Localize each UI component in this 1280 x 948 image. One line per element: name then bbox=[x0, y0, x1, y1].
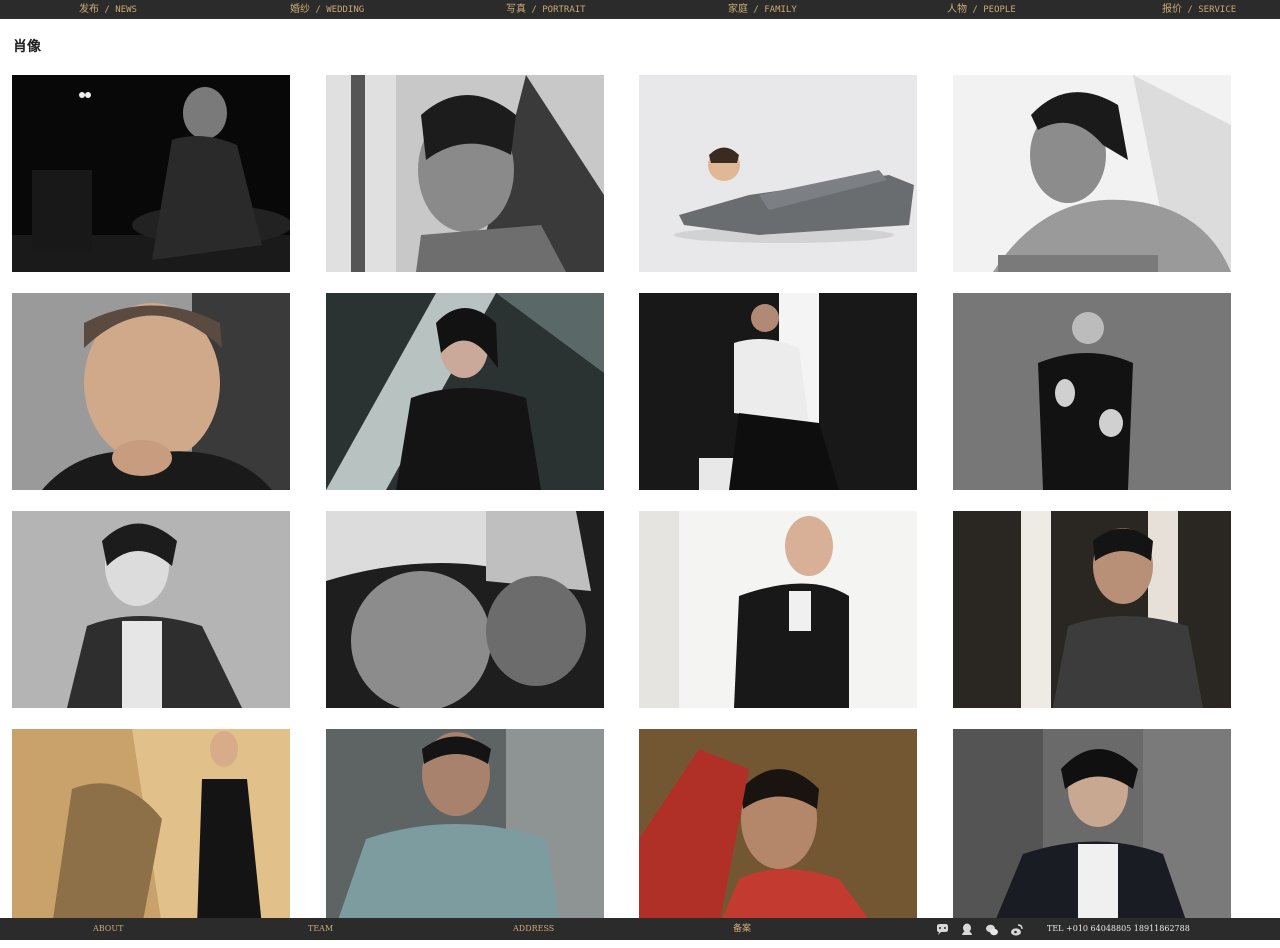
footer-link-about[interactable]: ABOUT bbox=[93, 918, 123, 940]
comment-icon[interactable] bbox=[935, 922, 949, 936]
portrait-photo bbox=[326, 729, 604, 926]
footer-link-address[interactable]: ADDRESS bbox=[513, 918, 554, 940]
footer-telephone: TEL +010 64048805 18911862788 bbox=[1047, 924, 1190, 933]
portrait-photo bbox=[953, 511, 1231, 708]
photo-tile[interactable]: portrait-7 bbox=[639, 293, 917, 490]
portrait-photo bbox=[639, 511, 917, 708]
portrait-photo bbox=[12, 75, 290, 272]
photo-tile[interactable]: portrait-13 bbox=[12, 729, 290, 926]
portrait-photo bbox=[12, 293, 290, 490]
photo-tile[interactable]: portrait-14 bbox=[326, 729, 604, 926]
photo-tile[interactable]: portrait-9 bbox=[12, 511, 290, 708]
portrait-photo bbox=[326, 511, 604, 708]
photo-tile[interactable]: portrait-12 bbox=[953, 511, 1231, 708]
photo-gallery: portrait-1 portrait-2 portrait-3 bbox=[0, 0, 1280, 926]
portrait-photo bbox=[12, 511, 290, 708]
photo-tile[interactable]: portrait-1 bbox=[12, 75, 290, 272]
photo-tile[interactable]: portrait-15 bbox=[639, 729, 917, 926]
portrait-photo bbox=[953, 293, 1231, 490]
photo-tile[interactable]: portrait-11 bbox=[639, 511, 917, 708]
portrait-photo bbox=[953, 75, 1231, 272]
photo-tile[interactable]: portrait-16 bbox=[953, 729, 1231, 926]
wechat-icon[interactable] bbox=[985, 922, 999, 936]
qq-icon[interactable] bbox=[960, 922, 974, 936]
weibo-icon[interactable] bbox=[1010, 922, 1024, 936]
page-bottom-margin bbox=[0, 940, 1280, 948]
portrait-photo bbox=[639, 293, 917, 490]
photo-tile[interactable]: portrait-3 bbox=[639, 75, 917, 272]
photo-tile[interactable]: portrait-10 bbox=[326, 511, 604, 708]
footer-link-team[interactable]: TEAM bbox=[308, 918, 333, 940]
portrait-photo bbox=[326, 75, 604, 272]
portrait-photo bbox=[639, 75, 917, 272]
photo-tile[interactable]: portrait-8 bbox=[953, 293, 1231, 490]
footer-link-record[interactable]: 备案 bbox=[733, 918, 751, 940]
portrait-photo bbox=[639, 729, 917, 926]
portrait-photo bbox=[326, 293, 604, 490]
portrait-photo bbox=[12, 729, 290, 926]
photo-tile[interactable]: portrait-2 bbox=[326, 75, 604, 272]
photo-tile[interactable]: portrait-5 bbox=[12, 293, 290, 490]
photo-tile[interactable]: portrait-4 bbox=[953, 75, 1231, 272]
footer-bar: ABOUT TEAM ADDRESS 备案 TEL +010 64048805 … bbox=[0, 918, 1280, 940]
portrait-photo bbox=[953, 729, 1231, 926]
photo-tile[interactable]: portrait-6 bbox=[326, 293, 604, 490]
